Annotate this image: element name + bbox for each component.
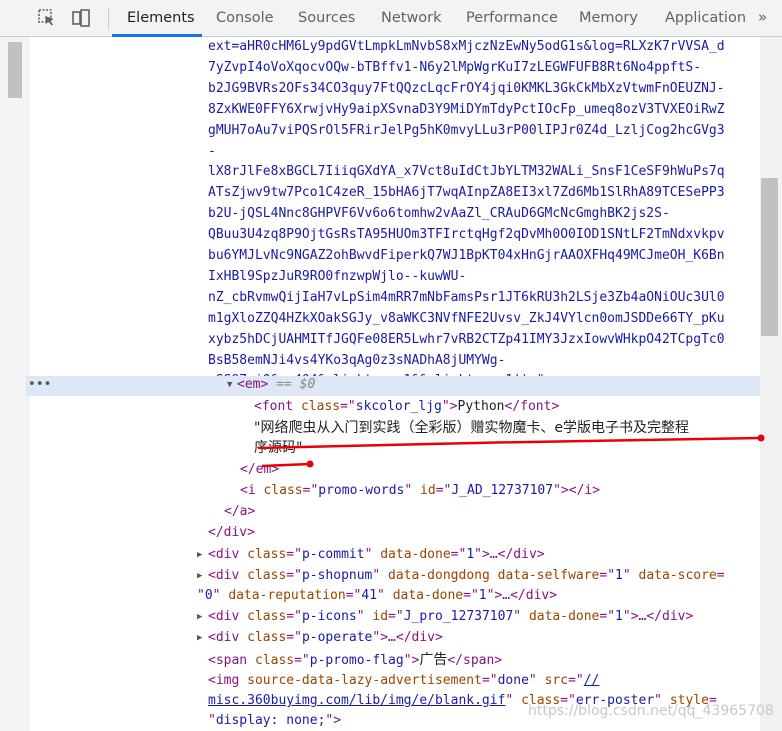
watermark: https://blog.csdn.net/qq_43965708 xyxy=(528,703,774,719)
red-dot-end xyxy=(757,434,765,442)
red-dot-em xyxy=(306,460,314,468)
red-underline-em xyxy=(261,462,311,468)
red-annotation-overlay xyxy=(257,434,765,468)
red-underline-text xyxy=(257,436,761,450)
